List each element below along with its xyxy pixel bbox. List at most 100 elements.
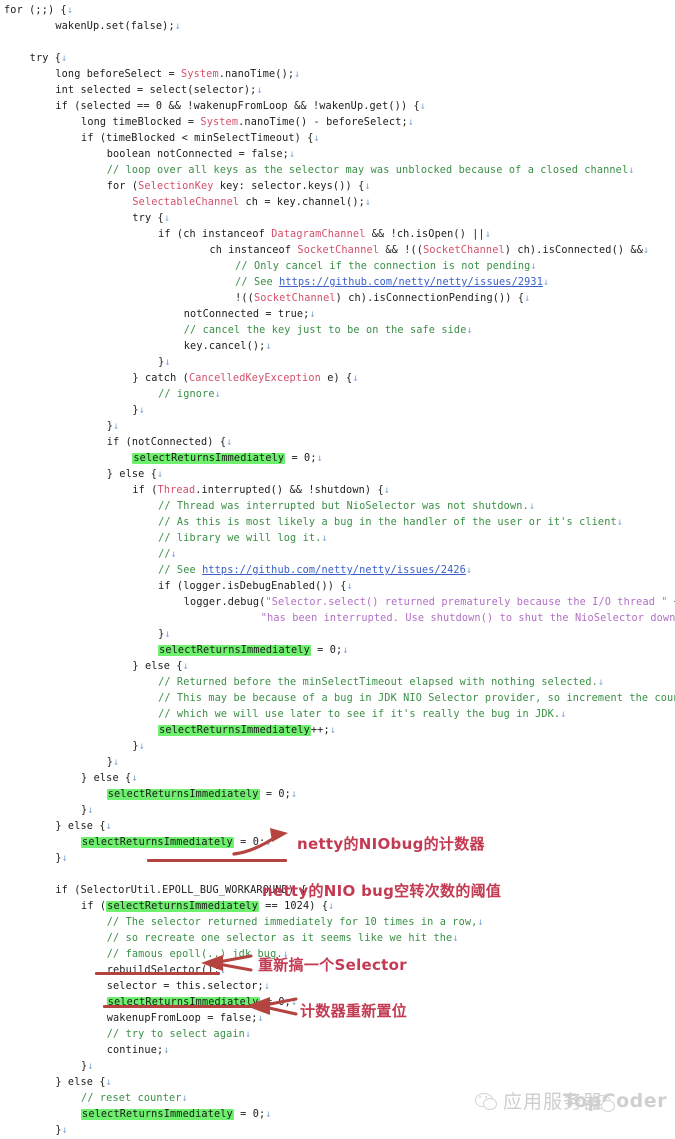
code-token: key.cancel();: [183, 341, 266, 352]
code-token: key: selector.keys()) {: [213, 181, 365, 192]
code-token: long beforeSelect =: [55, 69, 182, 80]
code-token: CancelledKeyException: [188, 373, 321, 384]
code-token: continue;: [106, 1045, 164, 1056]
eol-marker-icon: ↓: [157, 469, 164, 480]
eol-marker-icon: ↓: [309, 309, 316, 320]
eol-marker-icon: ↓: [321, 533, 328, 544]
code-token: if (ch instanceof: [158, 229, 272, 240]
eol-marker-icon: ↓: [265, 837, 272, 848]
code-line: selectReturnsImmediately = 0;↓: [4, 835, 272, 851]
code-comment: // See: [235, 277, 280, 288]
eol-marker-icon: ↓: [364, 197, 372, 208]
code-token: = 0;: [285, 453, 317, 464]
eol-marker-icon: ↓: [524, 293, 531, 304]
code-line: }↓: [4, 851, 68, 867]
code-line: // which we will use later to see if it'…: [4, 707, 567, 723]
code-line: if (selectReturnsImmediately == 1024) {↓: [4, 899, 334, 915]
eol-marker-icon: ↓: [170, 549, 177, 560]
eol-marker-icon: ↓: [290, 789, 298, 800]
eol-marker-icon: ↓: [328, 901, 335, 912]
code-line: if (SelectorUtil.EPOLL_BUG_WORKAROUND) {…: [4, 883, 313, 899]
eol-marker-icon: ↓: [466, 325, 473, 336]
code-token: ++;: [310, 725, 330, 736]
eol-marker-icon: ↓: [265, 1109, 272, 1120]
eol-marker-icon: ↓: [528, 501, 536, 512]
code-token: System: [181, 69, 219, 80]
code-token: } else {: [81, 773, 132, 784]
code-line: if (timeBlocked < minSelectTimeout) {↓: [4, 131, 320, 147]
code-line: }↓: [4, 803, 94, 819]
eol-marker-icon: ↓: [265, 341, 272, 352]
eol-marker-icon: ↓: [543, 277, 550, 288]
eol-marker-icon: ↓: [477, 917, 484, 928]
code-line: ch instanceof SocketChannel && !((Socket…: [4, 243, 649, 259]
highlighted-identifier: selectReturnsImmediately: [106, 789, 260, 800]
eol-marker-icon: ↓: [465, 565, 473, 576]
code-token: = 0;: [259, 789, 291, 800]
eol-marker-icon: ↓: [164, 629, 171, 640]
code-token: } else {: [55, 821, 106, 832]
code-token: try {: [132, 213, 164, 224]
code-line: if (logger.isDebugEnabled()) {↓: [4, 579, 353, 595]
highlighted-identifier: selectReturnsImmediately: [132, 453, 286, 464]
code-line: logger.debug("Selector.select() returned…: [4, 595, 675, 611]
code-comment: // Returned before the minSelectTimeout …: [158, 677, 598, 688]
string-literal: "Selector.select() returned prematurely …: [265, 597, 668, 608]
code-line: // reset counter↓: [4, 1091, 188, 1107]
highlighted-identifier: selectReturnsImmediately: [81, 837, 234, 848]
eol-marker-icon: ↓: [66, 5, 74, 16]
code-token: notConnected = true;: [183, 309, 310, 320]
issue-link[interactable]: https://github.com/netty/netty/issues/24…: [202, 565, 466, 576]
eol-marker-icon: ↓: [105, 821, 112, 832]
code-token: .interrupted() && !shutdown) {: [195, 485, 384, 496]
eol-marker-icon: ↓: [282, 949, 289, 960]
eol-marker-icon: ↓: [174, 21, 182, 32]
eol-marker-icon: ↓: [219, 965, 227, 976]
eol-marker-icon: ↓: [263, 981, 271, 992]
code-comment: // loop over all keys as the selector ma…: [106, 165, 629, 176]
code-token: wakenupFromLoop = false;: [106, 1013, 258, 1024]
eol-marker-icon: ↓: [164, 357, 171, 368]
eol-marker-icon: ↓: [113, 421, 120, 432]
highlighted-identifier: selectReturnsImmediately: [106, 997, 260, 1008]
eol-marker-icon: ↓: [61, 1125, 68, 1136]
eol-marker-icon: ↓: [419, 101, 427, 112]
code-line: boolean notConnected = false;↓: [4, 147, 295, 163]
code-token: SelectableChannel: [132, 197, 240, 208]
code-token: DatagramChannel: [271, 229, 366, 240]
code-comment: // library we will log it.: [158, 533, 322, 544]
code-line: }↓: [4, 755, 119, 771]
code-token: for (: [106, 181, 139, 192]
eol-marker-icon: ↓: [256, 85, 263, 96]
issue-link[interactable]: https://github.com/netty/netty/issues/29…: [279, 277, 543, 288]
code-comment: // so recreate one selector as it seems …: [106, 933, 453, 944]
code-comment: // reset counter: [81, 1093, 182, 1104]
code-comment: // ignore: [158, 389, 215, 400]
eol-marker-icon: ↓: [181, 1093, 188, 1104]
code-token: ch = key.channel();: [239, 197, 365, 208]
code-line: for (SelectionKey key: selector.keys()) …: [4, 179, 371, 195]
code-token: if (notConnected) {: [106, 437, 227, 448]
eol-marker-icon: ↓: [244, 1029, 252, 1040]
code-line: selectReturnsImmediately = 0;↓: [4, 643, 349, 659]
code-line: SelectableChannel ch = key.channel();↓: [4, 195, 371, 211]
code-line: // so recreate one selector as it seems …: [4, 931, 459, 947]
code-line: // ignore↓: [4, 387, 221, 403]
code-token: long timeBlocked =: [81, 117, 201, 128]
code-line: }↓: [4, 355, 171, 371]
code-line: // As this is most likely a bug in the h…: [4, 515, 623, 531]
code-token: } catch (: [132, 373, 189, 384]
eol-marker-icon: ↓: [131, 773, 138, 784]
eol-marker-icon: ↓: [329, 725, 337, 736]
eol-marker-icon: ↓: [407, 117, 415, 128]
code-line: selectReturnsImmediately = 0;↓: [4, 787, 297, 803]
code-token: && !((: [379, 245, 424, 256]
code-comment: // As this is most likely a bug in the h…: [158, 517, 617, 528]
code-token: } else {: [106, 469, 157, 480]
code-comment: // cancel the key just to be on the safe…: [183, 325, 467, 336]
eol-marker-icon: ↓: [294, 69, 301, 80]
code-token: } else {: [132, 661, 183, 672]
code-line: continue;↓: [4, 1043, 170, 1059]
code-line: if (ch instanceof DatagramChannel && !ch…: [4, 227, 491, 243]
code-surface: for (;;) {↓ wakenUp.set(false);↓ try {↓ lon…: [0, 0, 675, 1136]
